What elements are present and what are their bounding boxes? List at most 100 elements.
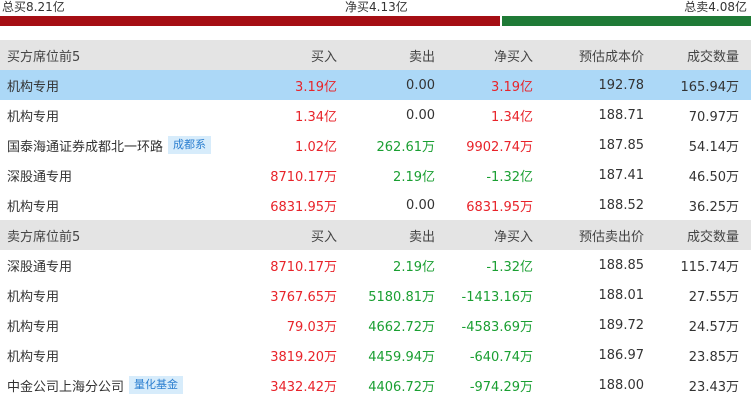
total-sell-label: 总卖4.08亿 [684,0,747,14]
net-buy-amount: -1.32亿 [486,169,533,185]
header-seat: 买方席位前5 [7,49,81,65]
summary-bar-labels: 总买8.21亿 净买4.13亿 总卖4.08亿 [0,0,751,16]
estimated-price: 188.01 [598,287,645,303]
seat-tag-badge[interactable]: 量化基金 [129,376,184,394]
seat-name-cell[interactable]: 机构专用 [0,106,230,125]
buy-amount: 6831.95万 [270,199,337,215]
net-buy-amount: -974.29万 [469,379,533,395]
estimated-price: 186.97 [598,347,645,363]
table-row[interactable]: 机构专用 3767.65万 5180.81万 -1413.16万 188.01 27.55… [0,280,751,310]
seat-name[interactable]: 机构专用 [7,106,59,125]
header-volume: 成交数量 [686,229,739,245]
buy-amount: 8710.17万 [270,169,337,185]
buy-amount: 3.19亿 [295,79,337,95]
seat-name[interactable]: 机构专用 [7,316,59,335]
buy-sell-ratio-bar [0,16,751,26]
header-sell: 卖出 [408,49,435,65]
table-row[interactable]: 机构专用 79.03万 4662.72万 -4583.69万 189.72 24.57万 [0,310,751,340]
seat-name[interactable]: 国泰海通证券成都北一环路 [7,136,163,155]
header-seat: 卖方席位前5 [7,229,81,245]
trade-volume: 23.85万 [688,349,739,365]
table-row[interactable]: 中金公司上海分公司 量化基金 3432.42万 4406.72万 -974.29万 188… [0,370,751,400]
estimated-price: 188.00 [598,377,645,393]
trade-volume: 27.55万 [688,289,739,305]
trade-volume: 115.74万 [680,259,740,275]
estimated-price: 189.72 [598,317,645,333]
buy-amount: 1.02亿 [295,139,337,155]
seat-name[interactable]: 机构专用 [7,346,59,365]
table-row[interactable]: 机构专用 1.34亿 0.00 1.34亿 188.71 70.97万 [0,100,751,130]
table-row[interactable]: 机构专用 3819.20万 4459.94万 -640.74万 186.97 23.85万 [0,340,751,370]
header-buy: 买入 [310,229,337,245]
buy-amount: 79.03万 [286,319,337,335]
trade-volume: 23.43万 [688,379,739,395]
estimated-price: 187.41 [598,167,645,183]
seat-name[interactable]: 深股通专用 [7,256,72,275]
trade-volume: 165.94万 [680,79,740,95]
seat-name-cell[interactable]: 机构专用 [0,76,230,95]
sell-amount: 0.00 [406,197,435,213]
estimated-price: 192.78 [598,77,645,93]
seat-name-cell[interactable]: 机构专用 [0,286,230,305]
estimated-price: 188.71 [598,107,645,123]
header-net: 净买入 [493,49,533,65]
seat-name[interactable]: 深股通专用 [7,166,72,185]
buy-section-header: 买方席位前5 买入 卖出 净买入 预估成本价 成交数量 [0,40,751,70]
seat-name[interactable]: 中金公司上海分公司 [7,376,124,395]
seat-name-cell[interactable]: 中金公司上海分公司 量化基金 [0,376,230,395]
seat-name-cell[interactable]: 深股通专用 [0,166,230,185]
net-buy-amount: -1.32亿 [486,259,533,275]
seat-name-cell[interactable]: 机构专用 [0,196,230,215]
buy-amount: 3767.65万 [270,289,337,305]
sell-amount: 2.19亿 [393,259,435,275]
seat-name-cell[interactable]: 国泰海通证券成都北一环路 成都系 [0,136,230,155]
net-buy-label: 净买4.13亿 [345,0,408,14]
header-price: 预估成本价 [578,49,644,65]
sell-amount: 0.00 [406,107,435,123]
buy-amount: 3819.20万 [270,349,337,365]
total-buy-label: 总买8.21亿 [2,0,65,14]
header-price: 预估卖出价 [578,229,644,245]
trade-volume: 24.57万 [688,319,739,335]
net-buy-amount: 9902.74万 [466,139,533,155]
seat-table: 买方席位前5 买入 卖出 净买入 预估成本价 成交数量 机构专用 3.19亿 0.0… [0,40,751,400]
net-buy-amount: -640.74万 [469,349,533,365]
sell-amount: 4406.72万 [368,379,435,395]
sell-amount: 262.61万 [376,139,436,155]
sell-amount: 5180.81万 [368,289,435,305]
trade-volume: 36.25万 [688,199,739,215]
net-buy-amount: 1.34亿 [491,109,533,125]
table-row[interactable]: 机构专用 3.19亿 0.00 3.19亿 192.78 165.94万 [0,70,751,100]
seat-name-cell[interactable]: 机构专用 [0,316,230,335]
trade-volume: 70.97万 [688,109,739,125]
seat-name[interactable]: 机构专用 [7,286,59,305]
net-buy-amount: -4583.69万 [461,319,533,335]
sell-amount: 4662.72万 [368,319,435,335]
table-row[interactable]: 深股通专用 8710.17万 2.19亿 -1.32亿 188.85 115.74万 [0,250,751,280]
net-buy-amount: 3.19亿 [491,79,533,95]
table-row[interactable]: 国泰海通证券成都北一环路 成都系 1.02亿 262.61万 9902.74万 187.8… [0,130,751,160]
buy-amount: 3432.42万 [270,379,337,395]
seat-name[interactable]: 机构专用 [7,76,59,95]
table-row[interactable]: 深股通专用 8710.17万 2.19亿 -1.32亿 187.41 46.50万 [0,160,751,190]
trade-volume: 46.50万 [688,169,739,185]
estimated-price: 188.85 [598,257,645,273]
sell-section-header: 卖方席位前5 买入 卖出 净买入 预估卖出价 成交数量 [0,220,751,250]
header-volume: 成交数量 [686,49,739,65]
seat-name[interactable]: 机构专用 [7,196,59,215]
buy-ratio-segment [0,16,500,26]
buy-amount: 8710.17万 [270,259,337,275]
net-buy-amount: 6831.95万 [466,199,533,215]
header-buy: 买入 [310,49,337,65]
sell-ratio-segment [502,16,751,26]
seat-tag-badge[interactable]: 成都系 [168,136,212,154]
estimated-price: 187.85 [598,137,645,153]
sell-amount: 4459.94万 [368,349,435,365]
estimated-price: 188.52 [598,197,645,213]
header-net: 净买入 [493,229,533,245]
sell-amount: 0.00 [406,77,435,93]
seat-name-cell[interactable]: 深股通专用 [0,256,230,275]
table-row[interactable]: 机构专用 6831.95万 0.00 6831.95万 188.52 36.25万 [0,190,751,220]
trade-volume: 54.14万 [688,139,739,155]
seat-name-cell[interactable]: 机构专用 [0,346,230,365]
